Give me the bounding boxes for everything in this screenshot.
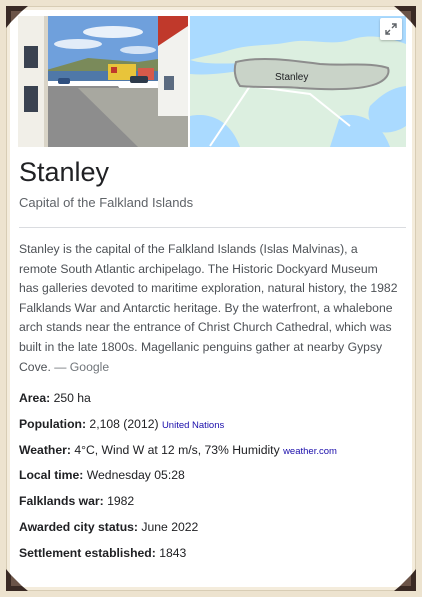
description-source[interactable]: — Google [54,360,109,374]
knowledge-panel: Stanley Stanley Capital of the Falkland … [10,10,412,587]
fact-settlement: Settlement established: 1843 [19,546,404,572]
street-photo[interactable] [18,16,188,147]
fact-city-status: Awarded city status: June 2022 [19,520,404,546]
fact-value: 1843 [159,545,187,560]
fact-area: Area: 250 ha [19,391,404,417]
map-image: Stanley [190,16,406,147]
place-title: Stanley [19,157,110,187]
description-text: Stanley is the capital of the Falkland I… [19,242,398,374]
fact-label[interactable]: Weather: [19,443,71,457]
media-strip: Stanley [18,16,406,147]
fact-value: 1982 [107,494,135,509]
street-photo-image [18,16,188,147]
fact-value: 250 ha [53,391,91,405]
fact-label[interactable]: Awarded city status: [19,520,138,534]
fact-local-time: Local time: Wednesday 05:28 [19,468,404,494]
fact-value: 2,108 (2012) [89,416,159,431]
divider [19,227,406,228]
photo-corner-icon [6,6,28,28]
population-source-link[interactable]: United Nations [162,420,224,431]
photo-corner-icon [394,6,416,28]
fact-population: Population: 2,108 (2012) United Nations [19,417,404,443]
place-subtitle: Capital of the Falkland Islands [19,195,194,210]
fact-value: June 2022 [141,519,199,534]
photo-corner-icon [394,569,416,591]
fact-weather: Weather: 4°C, Wind W at 12 m/s, 73% Humi… [19,443,404,469]
fact-label[interactable]: Settlement established: [19,546,156,560]
fact-label[interactable]: Local time: [19,468,83,482]
photo-corner-icon [6,569,28,591]
fact-label[interactable]: Area: [19,391,50,405]
fact-label[interactable]: Falklands war: [19,494,104,508]
fact-value: 4°C, Wind W at 12 m/s, 73% Humidity [74,442,280,457]
fact-falklands-war: Falklands war: 1982 [19,494,404,520]
location-map[interactable]: Stanley [190,16,406,147]
fact-value: Wednesday 05:28 [86,468,185,483]
description: Stanley is the capital of the Falkland I… [19,240,399,377]
facts-list: Area: 250 ha Population: 2,108 (2012) Un… [19,391,404,572]
weather-source-link[interactable]: weather.com [283,446,337,457]
map-label: Stanley [275,72,308,83]
fact-label[interactable]: Population: [19,417,86,431]
